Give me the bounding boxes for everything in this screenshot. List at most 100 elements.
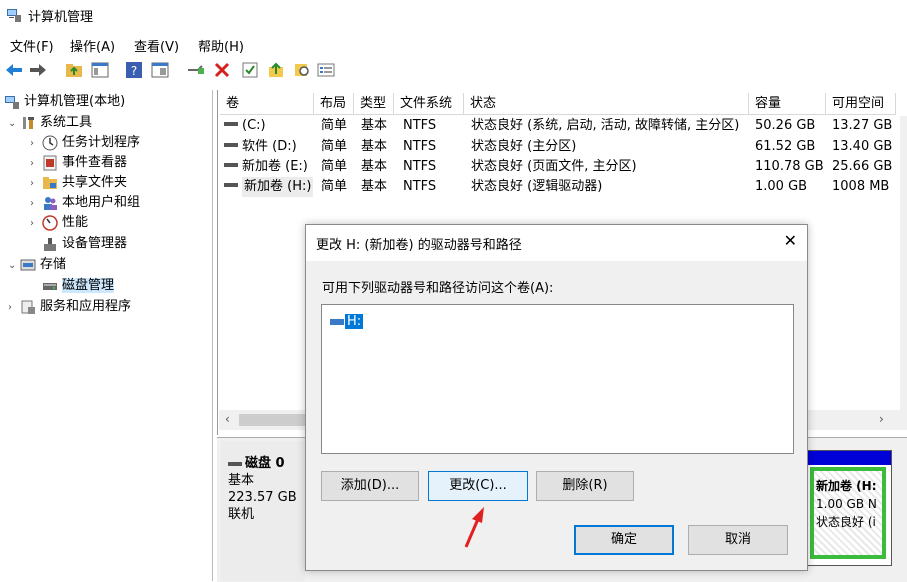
disk-icon bbox=[228, 461, 242, 466]
show-hide-tree-icon[interactable] bbox=[90, 60, 110, 80]
add-button[interactable]: 添加(D)... bbox=[321, 471, 419, 501]
remove-button[interactable]: 删除(R) bbox=[536, 471, 634, 501]
table-row[interactable]: 软件 (D:) 简单 基本 NTFS 状态良好 (主分区) 61.52 GB 1… bbox=[218, 137, 907, 157]
tree-label: 事件查看器 bbox=[62, 155, 128, 170]
column-header-volume[interactable]: 卷 bbox=[220, 93, 314, 115]
chevron-right-icon[interactable]: › bbox=[30, 154, 42, 174]
partition-size: 1.00 GB N bbox=[816, 497, 877, 511]
chevron-down-icon[interactable]: ⌄ bbox=[8, 256, 20, 276]
export-icon[interactable] bbox=[266, 60, 286, 80]
volume-capacity: 1.00 GB bbox=[755, 179, 808, 194]
tree-item-disk-management[interactable]: 磁盘管理 bbox=[42, 276, 115, 296]
title-bar bbox=[0, 0, 907, 30]
volume-status: 状态良好 (主分区) bbox=[471, 139, 577, 154]
volume-type: 基本 bbox=[361, 179, 388, 194]
ok-button[interactable]: 确定 bbox=[574, 525, 674, 555]
list-view-icon[interactable] bbox=[316, 60, 336, 80]
connect-icon[interactable] bbox=[186, 60, 206, 80]
volume-free-space: 13.27 GB bbox=[832, 118, 893, 133]
volume-status: 状态良好 (逻辑驱动器) bbox=[471, 179, 603, 194]
computer-management-icon bbox=[6, 7, 22, 23]
tree-label: 设备管理器 bbox=[62, 236, 128, 251]
toolbar: ? bbox=[0, 58, 907, 86]
back-arrow-icon[interactable] bbox=[4, 60, 24, 80]
menu-file[interactable]: 文件(F) bbox=[10, 36, 54, 55]
search-icon[interactable] bbox=[292, 60, 312, 80]
volume-layout: 简单 bbox=[321, 118, 348, 133]
column-header-type[interactable]: 类型 bbox=[354, 93, 394, 115]
tree-item-computer-management[interactable]: 计算机管理(本地) bbox=[4, 92, 125, 112]
clock-icon bbox=[42, 135, 58, 151]
scrollbar-thumb[interactable] bbox=[239, 414, 309, 426]
table-row[interactable]: (C:) 简单 基本 NTFS 状态良好 (系统, 启动, 活动, 故障转储, … bbox=[218, 116, 907, 136]
shared-folder-icon bbox=[42, 175, 58, 191]
volume-filesystem: NTFS bbox=[403, 118, 437, 133]
chevron-down-icon[interactable]: ⌄ bbox=[8, 114, 20, 134]
tree-item-task-scheduler[interactable]: › 任务计划程序 bbox=[30, 133, 140, 153]
change-button[interactable]: 更改(C)... bbox=[428, 471, 528, 501]
tree-item-services-apps[interactable]: › 服务和应用程序 bbox=[8, 297, 131, 317]
disk-size: 223.57 GB bbox=[228, 490, 297, 505]
column-header-layout[interactable]: 布局 bbox=[314, 93, 354, 115]
help-icon[interactable]: ? bbox=[124, 60, 144, 80]
vertical-scrollbar[interactable] bbox=[900, 116, 907, 416]
volume-icon bbox=[224, 116, 238, 136]
chevron-right-icon[interactable]: › bbox=[8, 298, 20, 318]
volume-free-space: 1008 MB bbox=[832, 179, 890, 194]
chevron-right-icon[interactable]: › bbox=[30, 134, 42, 154]
volume-type: 基本 bbox=[361, 118, 388, 133]
volume-name: (C:) bbox=[242, 118, 266, 133]
dialog-title: 更改 H: (新加卷) 的驱动器号和路径 bbox=[316, 238, 522, 253]
drive-path-list[interactable]: H: bbox=[321, 304, 794, 454]
partition-color-bar bbox=[807, 451, 891, 465]
disk-info[interactable]: 磁盘 0 基本 223.57 GB 联机 bbox=[228, 455, 297, 523]
volume-filesystem: NTFS bbox=[403, 179, 437, 194]
partition-block[interactable]: 新加卷 (H: 1.00 GB N 状态良好 (i bbox=[806, 450, 892, 566]
delete-icon[interactable] bbox=[212, 60, 232, 80]
column-header-filesystem[interactable]: 文件系统 bbox=[394, 93, 464, 115]
tree-item-performance[interactable]: › 性能 bbox=[30, 213, 88, 233]
tree-item-storage[interactable]: ⌄ 存储 bbox=[8, 255, 66, 275]
tree-item-shared-folders[interactable]: › 共享文件夹 bbox=[30, 173, 127, 193]
volume-free-space: 25.66 GB bbox=[832, 159, 893, 174]
annotation-arrow-icon bbox=[462, 505, 492, 553]
volume-name: 新加卷 (E:) bbox=[242, 159, 308, 174]
tree-item-device-manager[interactable]: 设备管理器 bbox=[42, 234, 127, 254]
menu-action[interactable]: 操作(A) bbox=[70, 36, 115, 55]
tree-item-local-users[interactable]: › 本地用户和组 bbox=[30, 193, 140, 213]
menu-view[interactable]: 查看(V) bbox=[134, 36, 179, 55]
partition-name: 新加卷 (H: bbox=[816, 479, 877, 493]
menu-help[interactable]: 帮助(H) bbox=[198, 36, 244, 55]
properties-icon[interactable] bbox=[150, 60, 170, 80]
chevron-right-icon[interactable]: › bbox=[30, 194, 42, 214]
cancel-button[interactable]: 取消 bbox=[688, 525, 788, 555]
scroll-left-icon[interactable]: ‹ bbox=[225, 412, 230, 426]
volume-name: 新加卷 (H:) bbox=[242, 177, 314, 197]
column-header-status[interactable]: 状态 bbox=[464, 93, 749, 115]
checklist-icon[interactable] bbox=[240, 60, 260, 80]
column-header-free-space[interactable]: 可用空间 bbox=[826, 93, 896, 115]
forward-arrow-icon[interactable] bbox=[28, 60, 48, 80]
disk-name: 磁盘 0 bbox=[245, 456, 285, 471]
scroll-right-icon[interactable]: › bbox=[879, 412, 884, 426]
volume-icon bbox=[224, 137, 238, 157]
table-row[interactable]: 新加卷 (H:) 简单 基本 NTFS 状态良好 (逻辑驱动器) 1.00 GB… bbox=[218, 177, 907, 197]
chevron-right-icon[interactable]: › bbox=[30, 214, 42, 234]
chevron-right-icon[interactable]: › bbox=[30, 174, 42, 194]
users-icon bbox=[42, 195, 58, 211]
tree-item-system-tools[interactable]: ⌄ 系统工具 bbox=[8, 113, 92, 133]
partition-status: 状态良好 (i bbox=[816, 515, 876, 529]
volume-icon bbox=[224, 157, 238, 177]
tree-item-event-viewer[interactable]: › 事件查看器 bbox=[30, 153, 127, 173]
path-list-item[interactable]: H: bbox=[330, 313, 364, 331]
volume-capacity: 61.52 GB bbox=[755, 139, 816, 154]
svg-text:?: ? bbox=[131, 64, 137, 78]
volume-type: 基本 bbox=[361, 139, 388, 154]
tree-label: 服务和应用程序 bbox=[40, 299, 132, 314]
tree-label: 共享文件夹 bbox=[62, 175, 128, 190]
tree-label: 存储 bbox=[40, 257, 67, 272]
up-folder-icon[interactable] bbox=[64, 60, 84, 80]
column-header-capacity[interactable]: 容量 bbox=[749, 93, 826, 115]
table-row[interactable]: 新加卷 (E:) 简单 基本 NTFS 状态良好 (页面文件, 主分区) 110… bbox=[218, 157, 907, 177]
close-icon[interactable]: ✕ bbox=[784, 231, 797, 250]
